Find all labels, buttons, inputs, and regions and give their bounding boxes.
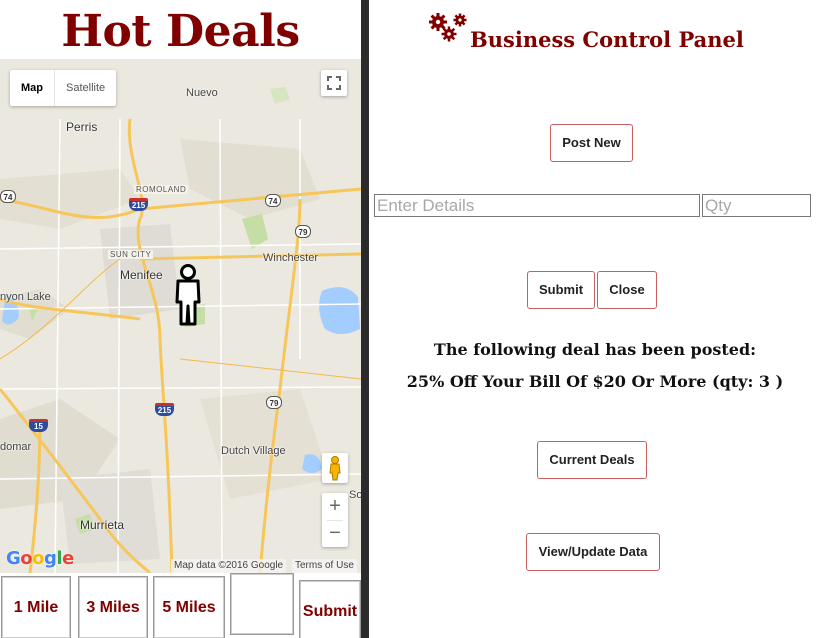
submit-button[interactable]: Submit <box>527 271 595 309</box>
qty-input[interactable] <box>702 194 811 217</box>
place-dutch-village: Dutch Village <box>221 445 286 457</box>
place-murrieta: Murrieta <box>80 518 125 532</box>
gears-icon <box>429 13 467 42</box>
zoom-out-button[interactable]: − <box>322 520 348 547</box>
highway-shield: 74 <box>0 190 16 203</box>
radius-5-miles-button[interactable]: 5 Miles <box>153 576 225 638</box>
radius-3-miles-button[interactable]: 3 Miles <box>78 576 148 638</box>
zoom-separator <box>327 520 343 521</box>
place-so: So <box>349 489 361 501</box>
place-romoland: ROMOLAND <box>134 185 189 194</box>
zoom-control: + − <box>322 493 348 547</box>
place-menifee: Menifee <box>120 268 163 282</box>
view-update-data-button[interactable]: View/Update Data <box>526 533 660 571</box>
panel-title: Business Control Panel <box>470 27 744 52</box>
place-sun-city: SUN CITY <box>108 250 154 259</box>
close-button[interactable]: Close <box>597 271 657 309</box>
map-type-map[interactable]: Map <box>10 70 55 106</box>
map-view[interactable]: Nuevo Perris ROMOLAND SUN CITY Menifee W… <box>0 59 361 573</box>
place-domar: domar <box>0 441 32 453</box>
blank-button[interactable] <box>230 573 294 635</box>
post-new-button[interactable]: Post New <box>550 124 633 162</box>
fullscreen-button[interactable] <box>321 70 347 96</box>
radius-1-mile-button[interactable]: 1 Mile <box>1 576 71 638</box>
highway-shield: 79 <box>266 396 282 409</box>
zoom-in-button[interactable]: + <box>322 493 348 520</box>
business-control-panel: Business Control Panel Post New Submit C… <box>369 0 821 638</box>
map-data-attribution: Map data ©2016 Google <box>171 559 287 573</box>
fullscreen-icon <box>327 76 341 90</box>
google-logo: Google <box>6 548 74 569</box>
highway-shield: 74 <box>265 194 281 207</box>
details-input[interactable] <box>374 194 700 217</box>
place-perris: Perris <box>66 120 98 134</box>
interstate-shield: 215 <box>155 403 174 416</box>
person-icon[interactable] <box>172 264 204 331</box>
place-nuevo: Nuevo <box>186 87 218 99</box>
current-deals-button[interactable]: Current Deals <box>537 441 647 479</box>
map-submit-button[interactable]: Submit <box>299 580 361 638</box>
street-view-button[interactable] <box>322 453 348 483</box>
interstate-shield: 15 <box>29 419 48 432</box>
post-notice-heading: The following deal has been posted: <box>433 340 757 359</box>
map-type-control: Map Satellite <box>10 70 117 106</box>
interstate-shield: 215 <box>129 198 148 211</box>
pegman-icon <box>329 456 341 481</box>
hot-deals-pane: Hot Deals Nuevo Perris ROMOLAND SUN CITY… <box>0 0 361 638</box>
terms-of-use-link[interactable]: Terms of Use <box>292 559 357 573</box>
place-canyon-lake: nyon Lake <box>0 291 51 303</box>
map-type-satellite[interactable]: Satellite <box>55 70 116 106</box>
place-winchester: Winchester <box>263 252 319 264</box>
posted-deal-text: 25% Off Your Bill Of $20 Or More (qty: 3… <box>406 372 784 391</box>
hot-deals-title: Hot Deals <box>61 6 300 57</box>
highway-shield: 79 <box>295 225 311 238</box>
pane-divider <box>361 0 369 638</box>
